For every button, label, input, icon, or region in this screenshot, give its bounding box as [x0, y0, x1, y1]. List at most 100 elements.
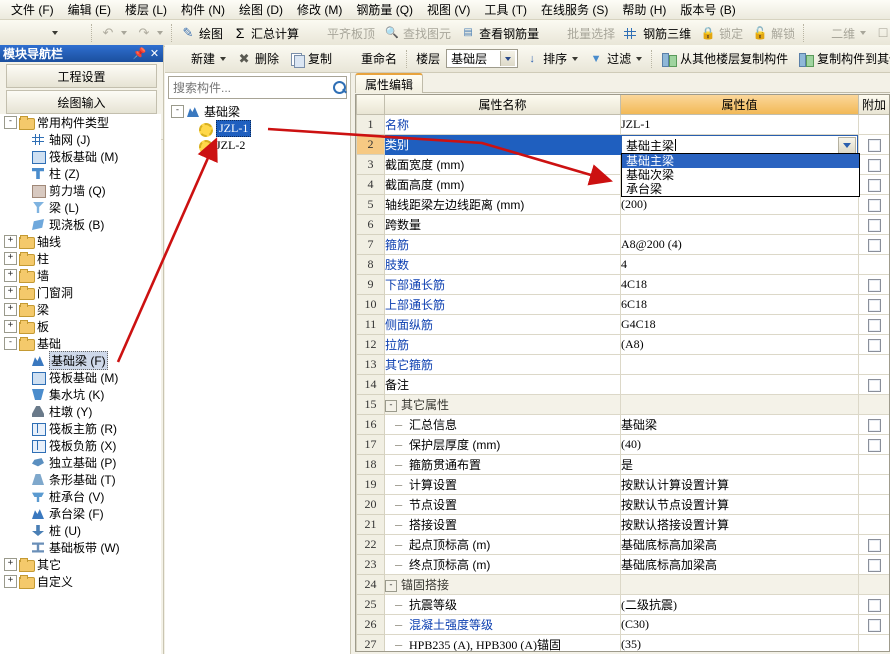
additional-checkbox[interactable]	[867, 558, 881, 572]
property-row[interactable]: 16 — 汇总信息 基础梁	[356, 414, 889, 435]
sort-button[interactable]: ↓ 排序	[520, 49, 582, 68]
property-additional-cell[interactable]	[858, 274, 889, 295]
collapse-toggle-icon[interactable]: -	[4, 116, 17, 129]
property-additional-cell[interactable]	[858, 554, 889, 575]
property-row[interactable]: 2 类别 基础主梁 基础主梁 基础次梁 承台梁	[356, 134, 889, 197]
project-settings-button[interactable]: 工程设置	[6, 64, 157, 88]
group-collapse-icon[interactable]: -	[385, 579, 397, 592]
tree-item-自定义[interactable]: + 自定义	[0, 573, 161, 590]
property-value-cell[interactable]: 基础底标高加梁高	[620, 534, 859, 555]
tree-item-基础[interactable]: - 基础	[0, 335, 161, 352]
property-value-cell[interactable]: 基础底标高加梁高	[620, 554, 859, 575]
undo-button[interactable]: ↶	[96, 24, 131, 42]
tree-item-其它[interactable]: + 其它	[0, 556, 161, 573]
draw-button[interactable]: ✎ 绘图	[176, 24, 227, 43]
property-value-cell[interactable]	[620, 354, 859, 375]
property-value-cell[interactable]: 按默认计算设置计算	[620, 474, 859, 495]
property-additional-cell[interactable]	[858, 194, 889, 215]
tree-item-轴网j[interactable]: 轴网 (J)	[0, 131, 161, 148]
tree-item-梁[interactable]: + 梁	[0, 301, 161, 318]
tree-item-基础板带w[interactable]: 基础板带 (W)	[0, 539, 161, 556]
property-value-cell[interactable]: JZL-1	[620, 114, 859, 135]
additional-checkbox[interactable]	[867, 278, 881, 292]
menu-item-floor[interactable]: 楼层 (L)	[118, 0, 174, 19]
property-value-cell[interactable]: 基础梁	[620, 414, 859, 435]
additional-checkbox[interactable]	[867, 438, 881, 452]
additional-checkbox[interactable]	[867, 538, 881, 552]
tree-item-条形基础t[interactable]: 条形基础 (T)	[0, 471, 161, 488]
copy-to-other-floor-button[interactable]: 复制构件到其他楼层	[794, 49, 890, 68]
rename-component-button[interactable]: 重命名	[338, 49, 401, 68]
property-row[interactable]: 25 — 抗震等级 (二级抗震)	[356, 594, 889, 615]
property-value-cell[interactable]: 是	[620, 454, 859, 475]
expand-toggle-icon[interactable]: +	[4, 303, 17, 316]
property-additional-cell[interactable]	[858, 154, 889, 175]
additional-checkbox[interactable]	[867, 198, 881, 212]
tree-item-基础梁f[interactable]: 基础梁 (F)	[0, 351, 161, 370]
tree-item-基础梁[interactable]: - 基础梁	[169, 103, 350, 120]
property-additional-cell[interactable]	[858, 214, 889, 235]
tree-item-轴线[interactable]: + 轴线	[0, 233, 161, 250]
property-additional-cell[interactable]	[858, 334, 889, 355]
additional-checkbox[interactable]	[867, 598, 881, 612]
property-row[interactable]: 21 — 搭接设置 按默认搭接设置计算	[356, 514, 889, 535]
property-value-cell[interactable]: (C30)	[620, 614, 859, 635]
expand-toggle-icon[interactable]: +	[4, 558, 17, 571]
property-additional-cell[interactable]	[858, 134, 889, 155]
menu-item-version[interactable]: 版本号 (B)	[673, 0, 742, 19]
property-row[interactable]: 10 上部通长筋 6C18	[356, 294, 889, 315]
new-component-button[interactable]: 新建	[168, 49, 230, 68]
property-value-cell[interactable]: A8@200 (4)	[620, 234, 859, 255]
menu-item-edit[interactable]: 编辑 (E)	[61, 0, 118, 19]
floor-select[interactable]: 基础层	[446, 49, 519, 68]
tree-item-承台梁f[interactable]: 承台梁 (F)	[0, 505, 161, 522]
expand-toggle-icon[interactable]: +	[4, 286, 17, 299]
property-additional-cell[interactable]	[858, 374, 889, 395]
tree-item-门窗洞[interactable]: + 门窗洞	[0, 284, 161, 301]
tree-item-jzl-1[interactable]: JZL-1	[169, 120, 350, 137]
property-additional-cell[interactable]	[858, 414, 889, 435]
property-row[interactable]: 23 — 终点顶标高 (m) 基础底标高加梁高	[356, 554, 889, 575]
additional-checkbox[interactable]	[867, 178, 881, 192]
expand-toggle-icon[interactable]: +	[4, 320, 17, 333]
tree-item-筏板负筋x[interactable]: 筏板负筋 (X)	[0, 437, 161, 454]
copy-from-other-floor-button[interactable]: 从其他楼层复制构件	[657, 49, 792, 68]
property-value-cell[interactable]: 基础主梁 基础主梁 基础次梁 承台梁	[620, 134, 860, 197]
property-value-cell[interactable]: 4C18	[620, 274, 859, 295]
property-value-cell[interactable]: 6C18	[620, 294, 859, 315]
property-value-cell[interactable]	[620, 214, 859, 235]
pin-icon[interactable]: 📌	[133, 47, 147, 60]
redo-button[interactable]: ↷	[132, 24, 167, 42]
menu-item-tools[interactable]: 工具 (T)	[477, 0, 534, 19]
property-additional-cell[interactable]	[858, 434, 889, 455]
additional-checkbox[interactable]	[867, 318, 881, 332]
property-row[interactable]: 15- 其它属性	[356, 394, 889, 415]
tree-item-筏板基础m[interactable]: 筏板基础 (M)	[0, 148, 161, 165]
dropdown-option[interactable]: 基础主梁	[622, 154, 859, 168]
property-value-cell[interactable]: 按默认搭接设置计算	[620, 514, 859, 535]
align-slab-top-button[interactable]: 平齐板顶	[304, 24, 379, 43]
property-additional-cell[interactable]	[858, 534, 889, 555]
tree-item-独立基础p[interactable]: 独立基础 (P)	[0, 454, 161, 471]
search-input[interactable]	[169, 78, 330, 97]
collapse-toggle-icon[interactable]: -	[4, 337, 17, 350]
unlock-button[interactable]: 🔓 解锁	[748, 24, 799, 43]
property-value-cell[interactable]: 按默认节点设置计算	[620, 494, 859, 515]
expand-toggle-icon[interactable]: +	[4, 269, 17, 282]
property-additional-cell[interactable]	[858, 314, 889, 335]
tree-item-柱z[interactable]: 柱 (Z)	[0, 165, 161, 182]
copy-component-button[interactable]: 复制	[285, 49, 336, 68]
category-combobox[interactable]: 基础主梁	[621, 135, 858, 155]
property-row[interactable]: 14 备注	[356, 374, 889, 395]
property-value-cell[interactable]	[620, 374, 859, 395]
menu-item-help[interactable]: 帮助 (H)	[615, 0, 673, 19]
property-row[interactable]: 1 名称 JZL-1	[356, 114, 889, 135]
tree-item-梁l[interactable]: 梁 (L)	[0, 199, 161, 216]
property-row[interactable]: 18 — 箍筋贯通布置 是	[356, 454, 889, 475]
property-additional-cell[interactable]	[858, 174, 889, 195]
close-icon[interactable]: ✕	[148, 47, 161, 60]
save-button[interactable]	[63, 24, 87, 42]
property-value-cell[interactable]: 4	[620, 254, 859, 275]
search-icon[interactable]	[330, 78, 349, 97]
property-row[interactable]: 27 — HPB235 (A), HPB300 (A)锚固 (35)	[356, 634, 889, 651]
